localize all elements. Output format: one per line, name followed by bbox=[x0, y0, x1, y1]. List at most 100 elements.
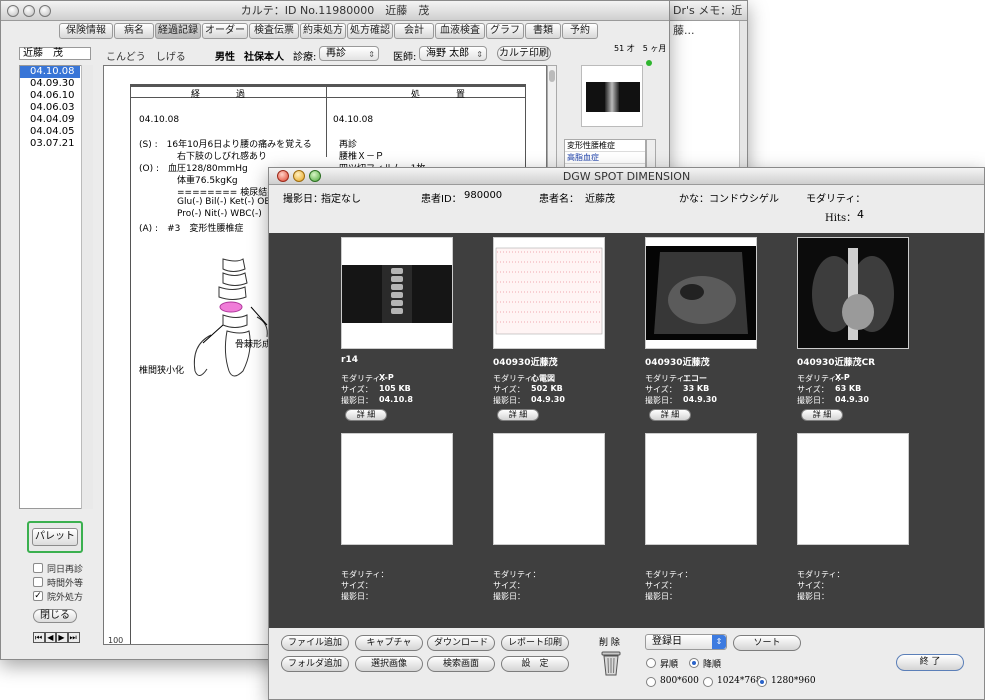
minimize-icon[interactable] bbox=[293, 170, 305, 182]
tab-7[interactable]: 会計 bbox=[394, 23, 434, 39]
empty-image-slot[interactable] bbox=[797, 433, 909, 545]
image-size-label: サイズ： bbox=[341, 581, 373, 590]
empty-image-slot[interactable] bbox=[645, 433, 757, 545]
delete-label: 削 除 bbox=[599, 638, 620, 648]
action-button[interactable]: キャプチャ bbox=[355, 635, 423, 651]
disease-item[interactable]: 高脂血症 bbox=[565, 152, 645, 164]
treatment-header: 処 置 bbox=[411, 90, 466, 100]
xray-thumbnail-image[interactable] bbox=[581, 65, 643, 127]
image-size-value: 33 KB bbox=[683, 384, 710, 393]
prev-record-icon[interactable]: ◀ bbox=[45, 632, 57, 643]
image-size-value: 105 KB bbox=[379, 384, 411, 393]
patient-name-box: 近藤 茂 bbox=[19, 47, 91, 60]
action-button[interactable]: 設 定 bbox=[501, 656, 569, 672]
last-record-icon[interactable]: ⏭ bbox=[67, 632, 80, 643]
doctor-label: 医師: bbox=[393, 52, 417, 63]
tab-8[interactable]: 血液検査 bbox=[435, 23, 485, 39]
progress-date: 04.10.08 bbox=[139, 115, 180, 125]
action-button[interactable]: ファイル追加 bbox=[281, 635, 349, 651]
option-checkbox-label: 同日再診 bbox=[47, 565, 84, 575]
tab-9[interactable]: グラフ bbox=[486, 23, 524, 39]
image-modality-value: エコー bbox=[683, 374, 707, 383]
tab-2[interactable]: 経過記録 bbox=[155, 23, 201, 39]
dgw-window: DGW SPOT DIMENSION 撮影日： 指定なし 患者ID： 98000… bbox=[268, 167, 985, 700]
memo-titlebar[interactable]: Dr's メモ：近藤... bbox=[669, 1, 747, 37]
empty-image-slot[interactable] bbox=[341, 433, 453, 545]
action-button[interactable]: フォルダ追加 bbox=[281, 656, 349, 672]
display-size-label: 800*600 bbox=[660, 676, 699, 686]
dept-label: 診療: bbox=[293, 52, 317, 63]
next-record-icon[interactable]: ▶ bbox=[56, 632, 68, 643]
close-icon[interactable] bbox=[277, 170, 289, 182]
tab-5[interactable]: 約束処方 bbox=[300, 23, 346, 39]
display-size-radio[interactable] bbox=[757, 677, 767, 687]
image-date-label: 撮影日： bbox=[645, 592, 677, 601]
tab-4[interactable]: 検査伝票 bbox=[249, 23, 299, 39]
zoom-level: 100 bbox=[108, 636, 124, 645]
close-icon[interactable] bbox=[7, 5, 19, 17]
sort-field-select[interactable]: 登録日 ⇕ bbox=[645, 634, 727, 650]
minimize-icon[interactable] bbox=[23, 5, 35, 17]
zoom-icon[interactable] bbox=[39, 5, 51, 17]
order-asc-radio[interactable] bbox=[646, 658, 656, 668]
option-checkbox[interactable]: ✓ bbox=[33, 591, 43, 601]
date-list-scrollbar[interactable] bbox=[81, 65, 93, 509]
tab-1[interactable]: 病名 bbox=[114, 23, 154, 39]
dgw-titlebar[interactable]: DGW SPOT DIMENSION bbox=[269, 168, 984, 185]
karte-print-button[interactable]: カルテ印刷 bbox=[497, 46, 551, 61]
detail-button[interactable]: 詳 細 bbox=[801, 409, 843, 421]
image-name: 040930近藤茂 bbox=[493, 358, 558, 368]
action-button[interactable]: 選択画像 bbox=[355, 656, 423, 672]
empty-image-slot[interactable] bbox=[493, 433, 605, 545]
tab-6[interactable]: 処方確認 bbox=[347, 23, 393, 39]
patient-id-value: 980000 bbox=[464, 190, 503, 201]
detail-button[interactable]: 詳 細 bbox=[497, 409, 539, 421]
trash-icon[interactable] bbox=[600, 648, 622, 676]
image-thumbnail[interactable] bbox=[645, 237, 757, 349]
disease-item[interactable]: 変形性腰椎症 bbox=[565, 140, 645, 152]
order-desc-label: 降順 bbox=[703, 660, 722, 670]
highlighted-disc-icon bbox=[219, 301, 243, 313]
display-size-radio[interactable] bbox=[703, 677, 713, 687]
memo-scrollbar[interactable] bbox=[739, 21, 747, 174]
detail-button[interactable]: 詳 細 bbox=[649, 409, 691, 421]
tab-10[interactable]: 書類 bbox=[525, 23, 561, 39]
karte-title: カルテ：ID No.11980000 近藤 茂 bbox=[240, 4, 430, 17]
dept-select[interactable]: 再診 ⇕ bbox=[319, 46, 379, 61]
image-thumbnail[interactable] bbox=[797, 237, 909, 349]
option-checkbox-label: 時間外等 bbox=[47, 579, 84, 589]
image-thumbnail[interactable] bbox=[493, 237, 605, 349]
progress-line: Pro(-) Nit(-) WBC(-) bbox=[177, 209, 262, 219]
action-button[interactable]: 検索画面 bbox=[427, 656, 495, 672]
image-thumbnail[interactable] bbox=[341, 237, 453, 349]
close-button[interactable]: 閉じる bbox=[33, 609, 77, 623]
end-button[interactable]: 終 了 bbox=[896, 654, 964, 671]
image-modality-label: モダリティ： bbox=[645, 570, 693, 579]
image-name: r14 bbox=[341, 355, 358, 365]
tab-3[interactable]: オーダー bbox=[202, 23, 248, 39]
action-button[interactable]: レポート印刷 bbox=[501, 635, 569, 651]
zoom-icon[interactable] bbox=[309, 170, 321, 182]
doctor-select[interactable]: 海野 太郎 ⇕ bbox=[419, 46, 487, 61]
image-modality-label: モダリティ： bbox=[797, 570, 845, 579]
detail-button[interactable]: 詳 細 bbox=[345, 409, 387, 421]
sort-button[interactable]: ソート bbox=[733, 635, 801, 651]
first-record-icon[interactable]: ⏮ bbox=[33, 632, 46, 643]
scroll-thumb[interactable] bbox=[549, 70, 555, 82]
tab-11[interactable]: 予約 bbox=[562, 23, 598, 39]
visit-date-item[interactable]: 04.10.08 bbox=[20, 66, 80, 78]
image-date-label: 撮影日： bbox=[797, 396, 829, 405]
action-button[interactable]: ダウンロード bbox=[427, 635, 495, 651]
palette-button[interactable]: パレット bbox=[32, 528, 78, 546]
display-size-radio[interactable] bbox=[646, 677, 656, 687]
image-size-label: サイズ： bbox=[645, 581, 677, 590]
image-date-value: 04.9.30 bbox=[683, 395, 717, 404]
tab-0[interactable]: 保険情報 bbox=[59, 23, 113, 39]
order-desc-radio[interactable] bbox=[689, 658, 699, 668]
option-checkbox[interactable] bbox=[33, 563, 43, 573]
image-size-label: サイズ： bbox=[341, 385, 373, 394]
karte-titlebar[interactable]: カルテ：ID No.11980000 近藤 茂 bbox=[1, 1, 669, 21]
image-date-label: 撮影日： bbox=[493, 396, 525, 405]
image-modality-label: モダリティ： bbox=[493, 570, 541, 579]
option-checkbox[interactable] bbox=[33, 577, 43, 587]
